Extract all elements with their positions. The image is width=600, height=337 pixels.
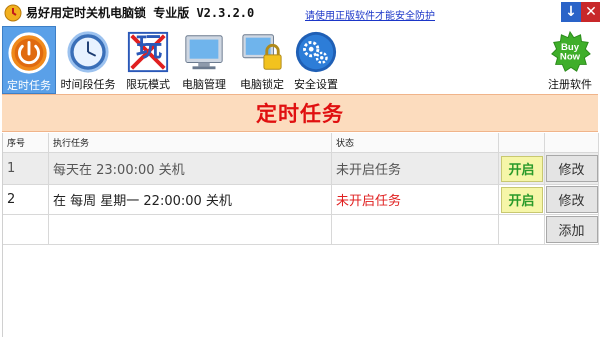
row-task: 在 每周 星期一 22:00:00 关机 bbox=[49, 185, 332, 215]
tab-label: 时间段任务 bbox=[60, 78, 116, 91]
table-row[interactable]: 1 每天在 23:00:00 关机 未开启任务 开启 修改 bbox=[3, 153, 599, 185]
table-row[interactable]: 2 在 每周 星期一 22:00:00 关机 未开启任务 开启 修改 bbox=[3, 185, 599, 215]
close-button[interactable]: ✕ bbox=[581, 2, 600, 22]
row-index: 2 bbox=[3, 185, 49, 215]
now-badge-text: Now bbox=[560, 52, 581, 63]
tab-label: 电脑管理 bbox=[182, 78, 226, 91]
toggle-cell: 开启 bbox=[499, 185, 545, 215]
section-banner: 定时任务 bbox=[2, 94, 598, 132]
edit-cell: 修改 bbox=[545, 185, 599, 215]
table-header: 序号 执行任务 状态 bbox=[3, 133, 599, 153]
enable-button[interactable]: 开启 bbox=[500, 155, 543, 182]
lock-computer-icon bbox=[242, 34, 282, 70]
row-task: 每天在 23:00:00 关机 bbox=[49, 153, 332, 185]
add-button[interactable]: 添加 bbox=[545, 216, 598, 243]
header-status: 状态 bbox=[332, 133, 499, 153]
edit-button[interactable]: 修改 bbox=[545, 155, 598, 182]
tab-label: 定时任务 bbox=[7, 79, 51, 92]
toggle-cell: 开启 bbox=[499, 153, 545, 185]
add-cell: 添加 bbox=[545, 215, 599, 245]
edit-button[interactable]: 修改 bbox=[545, 186, 598, 213]
header-task: 执行任务 bbox=[49, 133, 332, 153]
tab-time-period-task[interactable]: 时间段任务 bbox=[58, 26, 118, 92]
register-software-button[interactable]: Buy Now 注册软件 bbox=[542, 26, 598, 92]
tab-computer-management[interactable]: 电脑管理 bbox=[178, 26, 230, 92]
tab-security-settings[interactable]: 安全设置 bbox=[290, 26, 342, 92]
edit-cell: 修改 bbox=[545, 153, 599, 185]
tab-scheduled-task[interactable]: 定时任务 bbox=[2, 26, 56, 94]
tab-computer-lock[interactable]: 电脑锁定 bbox=[236, 26, 288, 92]
minimize-button[interactable]: ↓ bbox=[561, 2, 581, 22]
enable-button[interactable]: 开启 bbox=[500, 186, 543, 213]
monitor-icon bbox=[185, 35, 223, 70]
buy-now-icon: Buy Now bbox=[551, 30, 591, 72]
add-row: 添加 bbox=[3, 215, 599, 245]
task-table: 序号 执行任务 状态 1 每天在 23:00:00 关机 未开启任务 开启 修改… bbox=[2, 133, 599, 337]
empty-cell bbox=[49, 215, 332, 245]
tab-label: 限玩模式 bbox=[126, 78, 170, 91]
clock-icon bbox=[67, 31, 109, 73]
toolbar: 定时任务 时间段任务 限玩模式 电脑管理 电脑锁定 安全设置 Buy Now 注… bbox=[0, 26, 600, 94]
empty-cell bbox=[499, 215, 545, 245]
header-toggle bbox=[499, 133, 545, 153]
gears-icon bbox=[295, 31, 337, 73]
section-title: 定时任务 bbox=[256, 102, 344, 126]
empty-cell bbox=[3, 215, 49, 245]
genuine-software-link[interactable]: 请使用正版软件才能安全防护 bbox=[305, 7, 435, 22]
power-icon bbox=[8, 32, 50, 74]
title-bar: 易好用定时关机电脑锁 专业版 V2.3.2.0 请使用正版软件才能安全防护 ↓ … bbox=[0, 0, 600, 26]
tab-label: 电脑锁定 bbox=[240, 78, 284, 91]
header-edit bbox=[545, 133, 599, 153]
row-status: 未开启任务 bbox=[332, 153, 499, 185]
restrict-play-glyph: 玩 bbox=[136, 33, 163, 63]
empty-cell bbox=[332, 215, 499, 245]
register-label: 注册软件 bbox=[548, 78, 592, 91]
row-status: 未开启任务 bbox=[332, 185, 499, 215]
header-index: 序号 bbox=[3, 133, 49, 153]
window-title: 易好用定时关机电脑锁 专业版 V2.3.2.0 bbox=[26, 6, 255, 20]
app-logo-icon bbox=[4, 4, 22, 22]
row-index: 1 bbox=[3, 153, 49, 185]
tab-label: 安全设置 bbox=[294, 78, 338, 91]
